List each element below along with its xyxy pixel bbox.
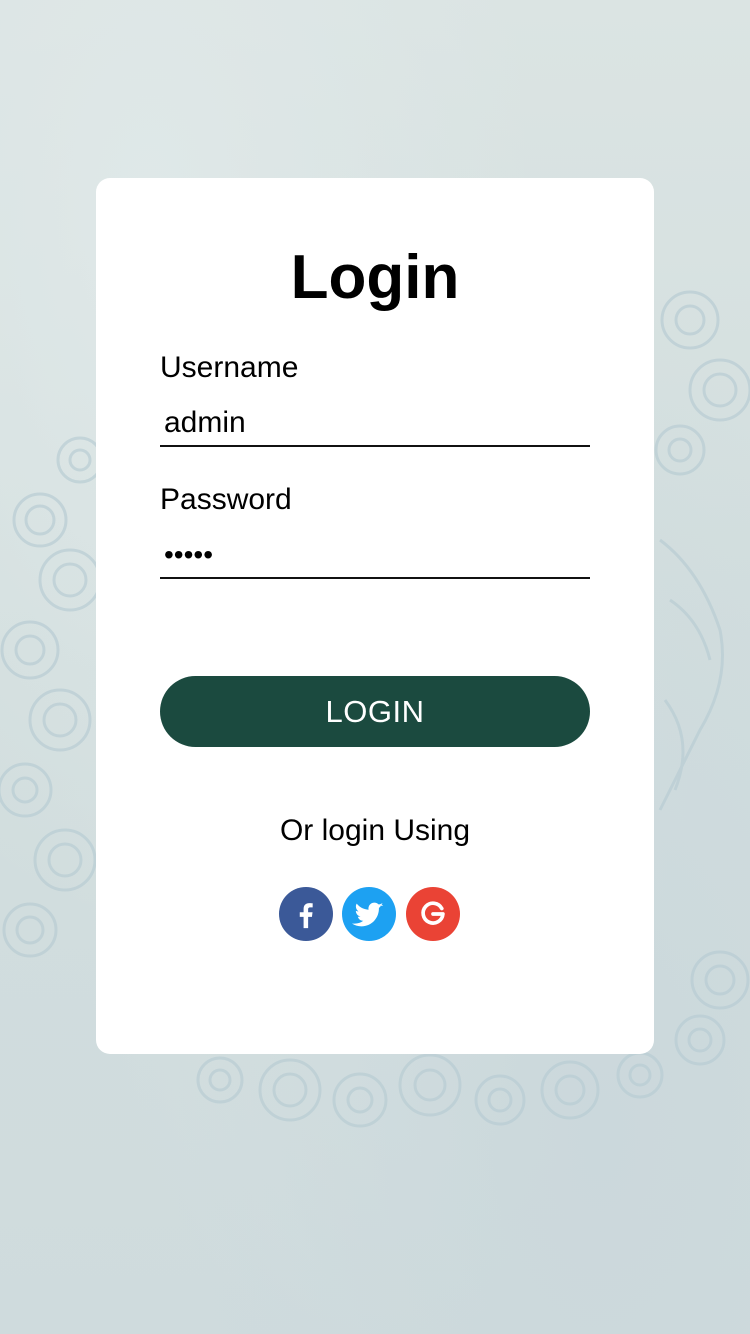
- facebook-login-button[interactable]: [279, 887, 333, 941]
- google-login-button[interactable]: [406, 887, 460, 941]
- facebook-icon: [299, 903, 313, 929]
- username-label: Username: [160, 351, 299, 384]
- page-title: Login: [290, 243, 460, 312]
- google-icon: [421, 901, 445, 925]
- password-label: Password: [160, 483, 292, 516]
- password-field[interactable]: [160, 533, 590, 579]
- username-field[interactable]: [160, 401, 590, 447]
- twitter-icon: [352, 902, 384, 927]
- login-button[interactable]: LOGIN: [160, 676, 590, 747]
- twitter-login-button[interactable]: [342, 887, 396, 941]
- alt-login-text: Or login Using: [279, 814, 471, 847]
